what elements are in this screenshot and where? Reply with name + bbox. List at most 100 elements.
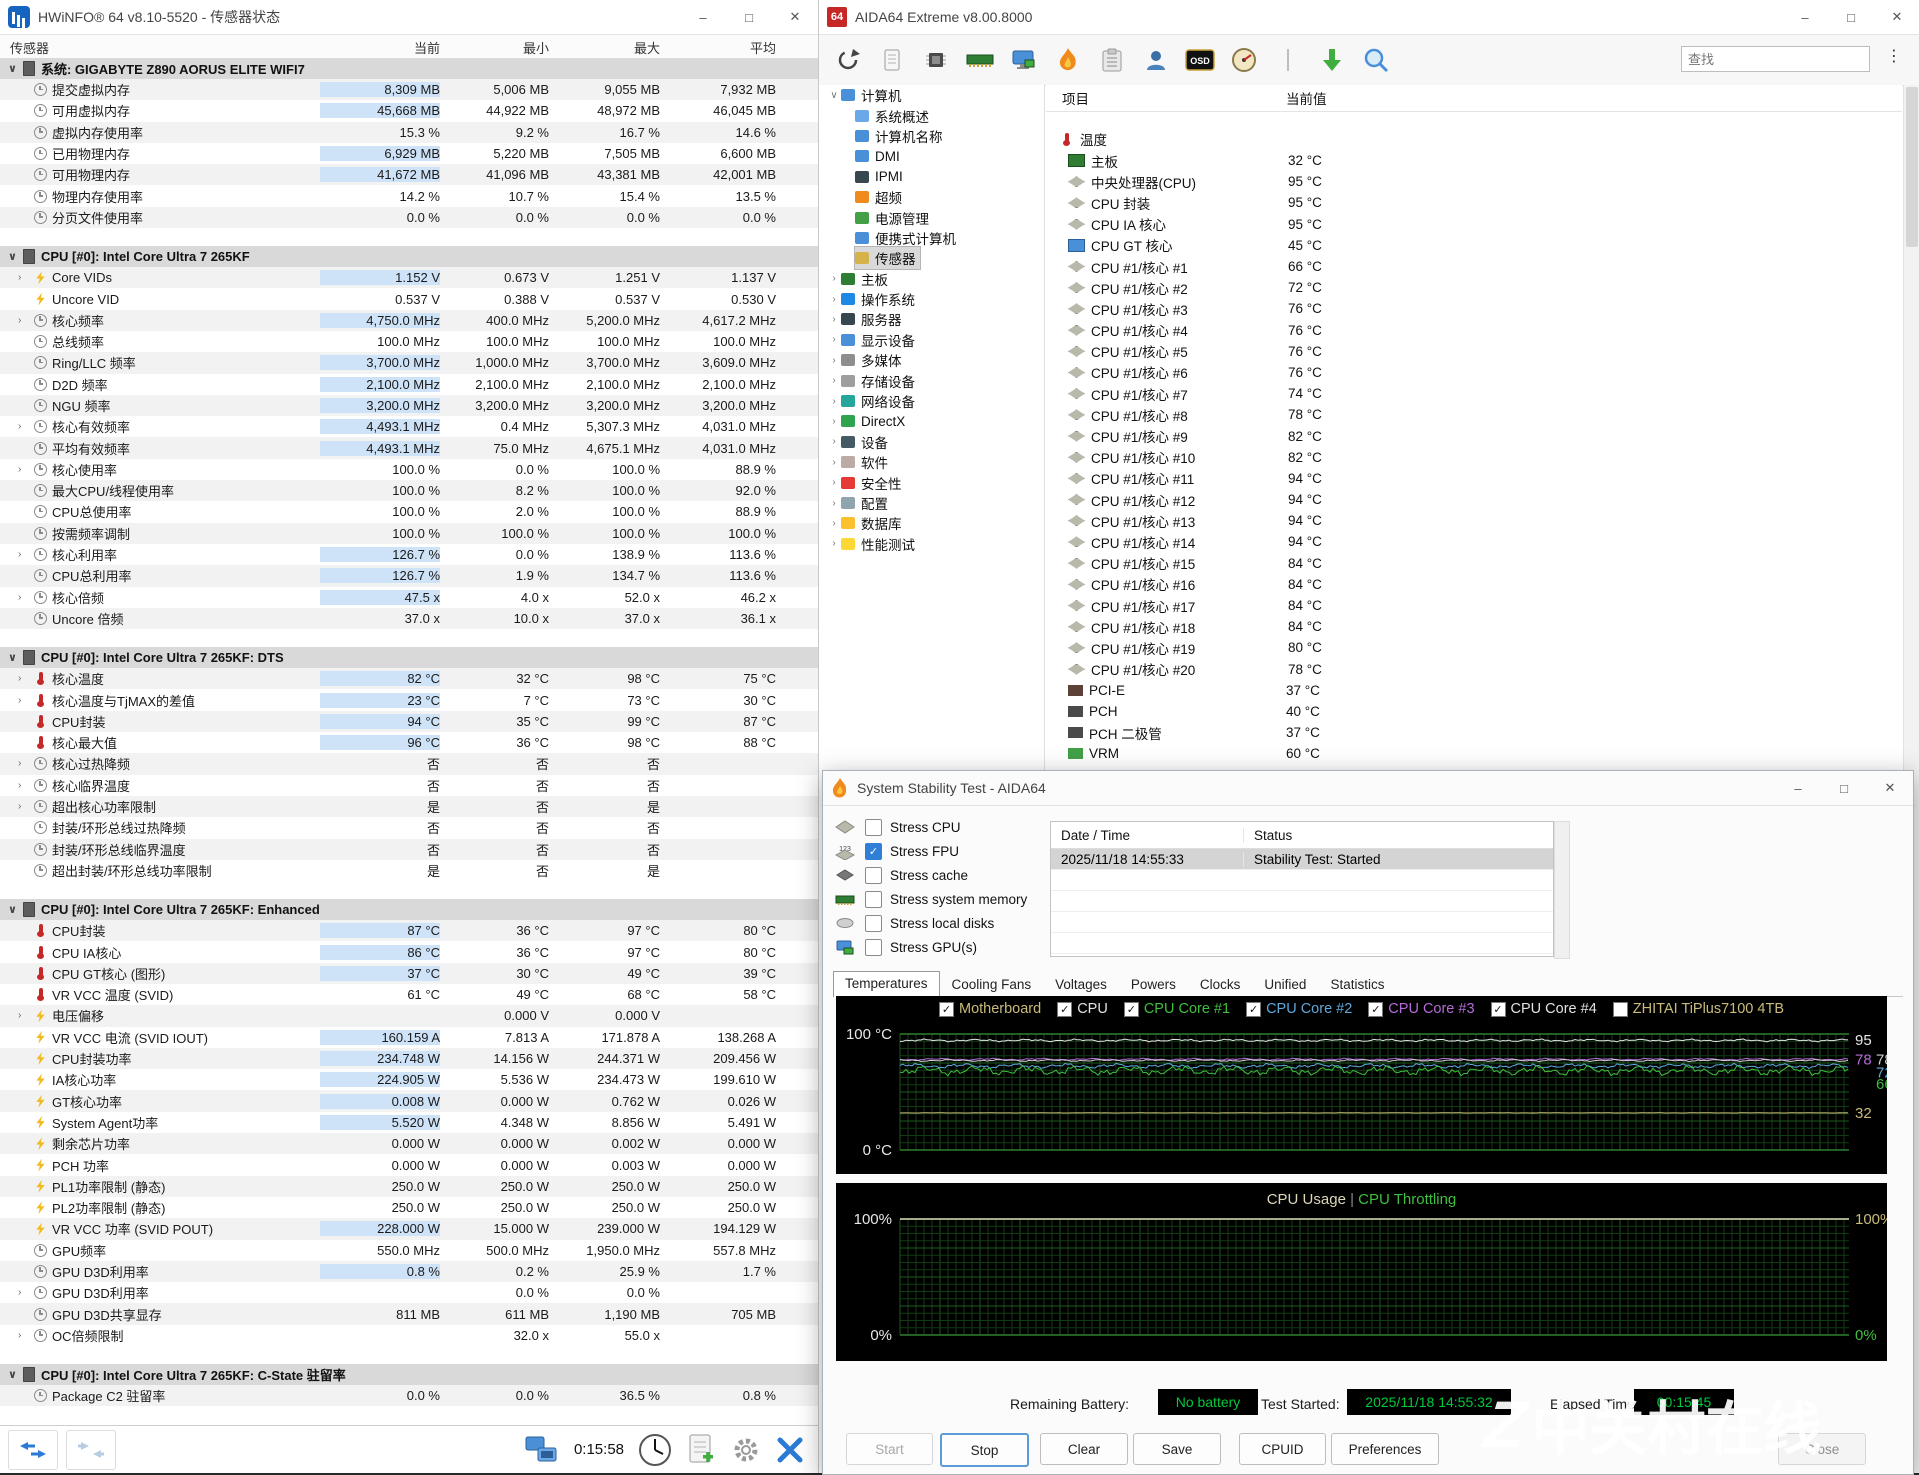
sensor-row[interactable]: › Core VIDs 1.152 V 0.673 V 1.251 V 1.137 V [0,267,818,289]
chevron-down-icon[interactable]: ∨ [8,62,17,75]
checkbox-checked[interactable]: ✓ [1490,1001,1506,1017]
sensor-row[interactable]: GPU D3D共享显存 811 MB 611 MB 1,190 MB 705 MB [0,1303,818,1325]
list-item[interactable]: CPU #1/核心 #19 80 °C [1046,637,1902,658]
sensor-row[interactable]: 提交虚拟内存 8,309 MB 5,006 MB 9,055 MB 7,932 MB [0,79,818,101]
expand-chevron-icon[interactable]: › [18,758,29,769]
list-item[interactable]: CPU #1/核心 #5 76 °C [1046,341,1902,362]
list-item[interactable]: CPU #1/核心 #12 94 °C [1046,489,1902,510]
tree-item-操作系统[interactable]: › 操作系统 [819,289,1044,309]
list-item[interactable]: CPU #1/核心 #8 78 °C [1046,404,1902,425]
download-icon[interactable] [1317,45,1347,75]
sensor-row[interactable]: 封装/环形总线过热降频 否 否 否 [0,817,818,838]
sensor-section-header[interactable]: ∨ 系统: GIGABYTE Z890 AORUS ELITE WIFI7 [0,58,818,79]
chevron-right-icon[interactable]: › [827,355,841,366]
sensor-row[interactable]: CPU GT核心 (图形) 37 °C 30 °C 49 °C 39 °C [0,962,818,984]
list-item[interactable]: CPU #1/核心 #7 74 °C [1046,383,1902,404]
col-status[interactable]: Status [1244,828,1292,843]
search-input[interactable] [1681,46,1870,72]
sensor-row[interactable]: 最大CPU/线程使用率 100.0 % 8.2 % 100.0 % 92.0 % [0,480,818,502]
col-avg[interactable]: 平均 [660,38,776,57]
list-item[interactable]: PCH 40 °C [1046,701,1902,722]
col-value[interactable]: 当前值 [1286,88,1327,108]
exit-icon[interactable] [776,1436,804,1464]
expand-chevron-icon[interactable]: › [18,272,29,283]
list-item[interactable]: CPU #1/核心 #4 76 °C [1046,320,1902,341]
tree-item-网络设备[interactable]: › 网络设备 [819,391,1044,411]
sensor-row[interactable]: › 核心温度 82 °C 32 °C 98 °C 75 °C [0,668,818,690]
chevron-right-icon[interactable]: › [827,273,841,284]
list-item[interactable]: CPU #1/核心 #3 76 °C [1046,298,1902,319]
stop-button[interactable]: Stop [940,1433,1029,1467]
chevron-down-icon[interactable]: ∨ [8,651,17,664]
checkbox-checked[interactable]: ✓ [1123,1001,1139,1017]
sensor-row[interactable]: PL1功率限制 (静态) 250.0 W 250.0 W 250.0 W 250.0 W [0,1175,818,1197]
sensor-row[interactable]: 按需频率调制 100.0 % 100.0 % 100.0 % 100.0 % [0,522,818,544]
list-item[interactable]: CPU #1/核心 #16 84 °C [1046,574,1902,595]
sensor-row[interactable]: CPU封装 94 °C 35 °C 99 °C 87 °C [0,710,818,733]
chevron-right-icon[interactable]: › [827,314,841,325]
expand-chevron-icon[interactable]: › [18,315,29,326]
search-icon[interactable] [1361,45,1391,75]
sensor-row[interactable]: GT核心功率 0.008 W 0.000 W 0.762 W 0.026 W [0,1090,818,1112]
chevron-right-icon[interactable]: › [827,436,841,447]
tree-item-传感器[interactable]: 传感器 [819,246,1044,271]
sensor-section-header[interactable]: ∨ CPU [#0]: Intel Core Ultra 7 265KF: DTS [0,647,818,669]
col-current[interactable]: 当前 [320,38,440,57]
tree-item-服务器[interactable]: › 服务器 [819,309,1044,329]
sensor-row[interactable]: Package C2 驻留率 0.0 % 0.0 % 36.5 % 0.8 % [0,1385,818,1407]
chevron-right-icon[interactable]: › [827,498,841,509]
tree-item-设备[interactable]: › 设备 [819,432,1044,452]
kebab-menu-icon[interactable]: ⋮ [1886,46,1902,66]
sensor-row[interactable]: 分页文件使用率 0.0 % 0.0 % 0.0 % 0.0 % [0,206,818,229]
expand-chevron-icon[interactable]: › [18,673,29,684]
sensor-row[interactable]: 封装/环形总线临界温度 否 否 否 [0,838,818,860]
expand-chevron-icon[interactable]: › [18,1330,29,1341]
list-item[interactable]: VRM 60 °C [1046,743,1902,764]
sensor-row[interactable]: IA核心功率 224.905 W 5.536 W 234.473 W 199.610 W [0,1069,818,1090]
sensor-row[interactable]: GPU频率 550.0 MHz 500.0 MHz 1,950.0 MHz 557.8 … [0,1240,818,1261]
list-item[interactable]: 主板 32 °C [1046,150,1902,171]
legend-cpu-core-4[interactable]: ✓ CPU Core #4 [1490,1001,1597,1017]
col-datetime[interactable]: Date / Time [1051,827,1244,843]
sensor-row[interactable]: › 核心倍频 47.5 x 4.0 x 52.0 x 46.2 x [0,587,818,608]
sensor-row[interactable]: D2D 频率 2,100.0 MHz 2,100.0 MHz 2,100.0 MHz 2… [0,374,818,395]
tab-statistics[interactable]: Statistics [1318,972,1396,996]
list-item[interactable]: CPU #1/核心 #9 82 °C [1046,425,1902,446]
sensor-row[interactable]: VR VCC 电流 (SVID IOUT) 160.159 A 7.813 A 171… [0,1027,818,1048]
checkbox-unchecked[interactable] [865,890,882,908]
sensor-row[interactable]: › GPU D3D利用率 0.0 % 0.0 % [0,1282,818,1303]
sensor-row[interactable]: › OC倍频限制 32.0 x 55.0 x [0,1325,818,1346]
sensor-row[interactable]: Ring/LLC 频率 3,700.0 MHz 1,000.0 MHz 3,700.0… [0,352,818,374]
maximize-icon[interactable]: □ [726,0,772,34]
display-icon[interactable] [1009,45,1039,75]
tree-item-超频[interactable]: 超频 [819,187,1044,207]
list-item[interactable]: CPU GT 核心 45 °C [1046,235,1902,256]
chevron-right-icon[interactable]: › [827,396,841,407]
sensor-row[interactable]: › 核心频率 4,750.0 MHz 400.0 MHz 5,200.0 MHz 4,61… [0,309,818,331]
sensor-row[interactable]: › 核心过热降频 否 否 否 [0,753,818,775]
col-sensor[interactable]: 传感器 [0,38,320,57]
sensor-row[interactable]: › 超出核心功率限制 是 否 是 [0,795,818,818]
sensor-row[interactable]: 已用物理内存 6,929 MB 5,220 MB 7,505 MB 6,600 MB [0,143,818,164]
checkbox-unchecked[interactable] [865,914,882,932]
expand-chevron-icon[interactable]: › [18,464,29,475]
list-item[interactable]: CPU 封装 95 °C [1046,192,1902,213]
sensor-row[interactable]: CPU封装功率 234.748 W 14.156 W 244.371 W 209.456… [0,1047,818,1070]
clock-icon[interactable] [638,1433,672,1467]
swap-columns-button[interactable] [8,1429,58,1470]
checkbox-unchecked[interactable] [865,866,882,884]
minimize-icon[interactable]: – [1782,0,1828,34]
list-item[interactable]: CPU #1/核心 #6 76 °C [1046,362,1902,383]
log-row[interactable]: 2025/11/18 14:55:33 Stability Test: Start… [1051,849,1553,870]
log-scrollbar[interactable] [1554,821,1570,959]
tab-unified[interactable]: Unified [1252,972,1318,996]
col-item[interactable]: 项目 [1046,88,1286,108]
sensor-section-header[interactable]: ∨ CPU [#0]: Intel Core Ultra 7 265KF: Enh… [0,899,818,921]
sensor-icon[interactable] [1229,45,1259,75]
flame-icon[interactable] [1053,45,1083,75]
sensor-row[interactable]: › 核心利用率 126.7 % 0.0 % 138.9 % 113.6 % [0,544,818,565]
list-item[interactable]: CPU #1/核心 #17 84 °C [1046,595,1902,616]
clear-button[interactable]: Clear [1040,1433,1128,1465]
expand-chevron-icon[interactable]: › [18,592,29,603]
chevron-right-icon[interactable]: › [827,538,841,549]
